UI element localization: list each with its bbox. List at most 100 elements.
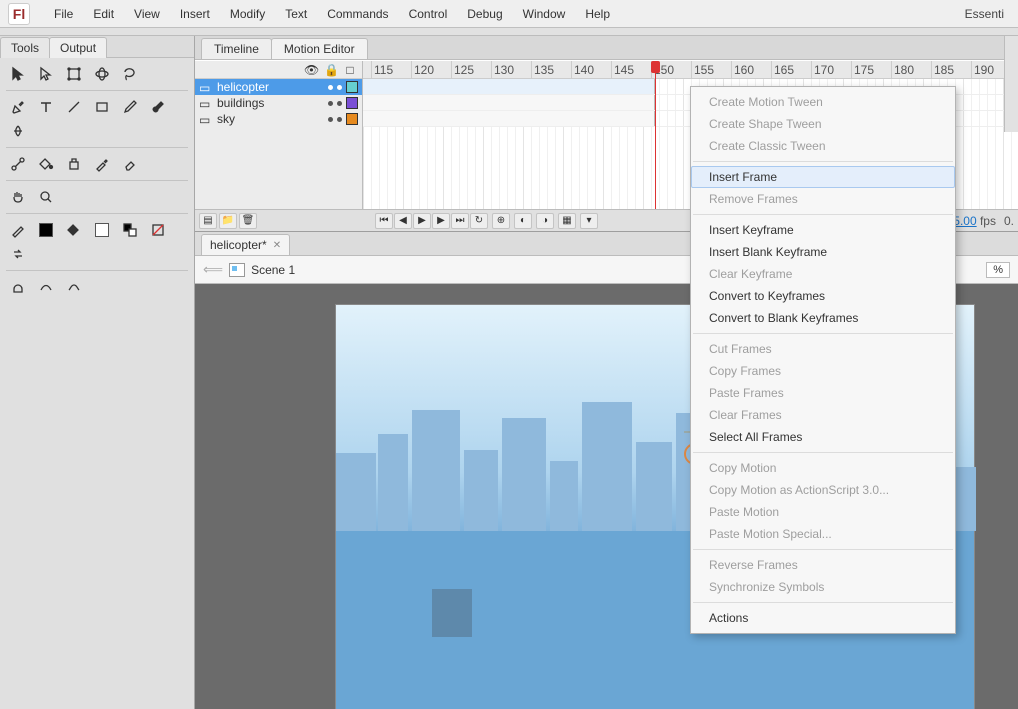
- edit-multiple-frames-icon[interactable]: ▦: [558, 213, 576, 229]
- black-white-swatch-icon[interactable]: [118, 220, 142, 240]
- layer-row-sky[interactable]: ▭ sky: [195, 111, 362, 127]
- text-tool-icon[interactable]: [34, 97, 58, 117]
- outline-icon[interactable]: □: [344, 63, 356, 77]
- ctx-convert-to-blank-keyframes[interactable]: Convert to Blank Keyframes: [691, 307, 955, 329]
- tab-motion-editor[interactable]: Motion Editor: [271, 38, 368, 59]
- ctx-insert-blank-keyframe[interactable]: Insert Blank Keyframe: [691, 241, 955, 263]
- delete-layer-button[interactable]: 🗑: [239, 213, 257, 229]
- center-frame-icon[interactable]: ⊕: [492, 213, 510, 229]
- line-tool-icon[interactable]: [62, 97, 86, 117]
- straighten-icon[interactable]: [62, 277, 86, 297]
- play-icon[interactable]: ▶: [413, 213, 431, 229]
- step-back-icon[interactable]: ◀: [394, 213, 412, 229]
- menu-modify[interactable]: Modify: [220, 0, 275, 28]
- menu-control[interactable]: Control: [399, 0, 458, 28]
- selection-tool-icon[interactable]: [6, 64, 30, 84]
- 3d-rotation-icon[interactable]: [90, 64, 114, 84]
- document-tab[interactable]: helicopter* ✕: [201, 234, 290, 255]
- lock-dot[interactable]: [337, 117, 342, 122]
- ruler-tick: 140: [571, 61, 594, 79]
- menu-help[interactable]: Help: [575, 0, 620, 28]
- tab-timeline[interactable]: Timeline: [201, 38, 272, 59]
- menu-debug[interactable]: Debug: [457, 0, 512, 28]
- menu-bar: Fl FileEditViewInsertModifyTextCommandsC…: [0, 0, 1018, 28]
- zoom-field[interactable]: %: [986, 262, 1010, 278]
- ruler-tick: 175: [851, 61, 874, 79]
- layer-color-swatch[interactable]: [346, 97, 358, 109]
- visibility-dot[interactable]: [328, 117, 333, 122]
- menu-commands[interactable]: Commands: [317, 0, 398, 28]
- swap-colors-icon[interactable]: [6, 244, 30, 264]
- menu-file[interactable]: File: [44, 0, 83, 28]
- onion-skin-outlines-icon[interactable]: ◑: [536, 213, 554, 229]
- ruler-tick: 190: [971, 61, 994, 79]
- go-to-last-frame-icon[interactable]: ⏭: [451, 213, 469, 229]
- menu-view[interactable]: View: [124, 0, 170, 28]
- bone-tool-icon[interactable]: [6, 154, 30, 174]
- scene-label[interactable]: Scene 1: [251, 263, 295, 277]
- visibility-dot[interactable]: [328, 85, 333, 90]
- loop-icon[interactable]: ↻: [470, 213, 488, 229]
- deco-tool-icon[interactable]: [6, 121, 30, 141]
- fill-color-icon[interactable]: [62, 220, 86, 240]
- visibility-dot[interactable]: [328, 101, 333, 106]
- ruler-tick: 160: [731, 61, 754, 79]
- menu-window[interactable]: Window: [513, 0, 576, 28]
- dark-block-graphic: [432, 589, 472, 637]
- rectangle-tool-icon[interactable]: [90, 97, 114, 117]
- layer-color-swatch[interactable]: [346, 113, 358, 125]
- go-to-first-frame-icon[interactable]: ⏮: [375, 213, 393, 229]
- layer-row-buildings[interactable]: ▭ buildings: [195, 95, 362, 111]
- layer-color-swatch[interactable]: [346, 81, 358, 93]
- smooth-icon[interactable]: [34, 277, 58, 297]
- frame-ruler[interactable]: 1151201251301351401451501551601651701751…: [363, 61, 1018, 79]
- ruler-tick: 185: [931, 61, 954, 79]
- zoom-tool-icon[interactable]: [34, 187, 58, 207]
- ctx-separator: [693, 549, 953, 550]
- onion-skin-icon[interactable]: ◐: [514, 213, 532, 229]
- snap-to-object-icon[interactable]: [6, 277, 30, 297]
- no-color-icon[interactable]: [146, 220, 170, 240]
- close-icon[interactable]: ✕: [273, 240, 281, 251]
- brush-tool-icon[interactable]: [146, 97, 170, 117]
- fill-swatch[interactable]: [90, 220, 114, 240]
- lasso-tool-icon[interactable]: [118, 64, 142, 84]
- lock-icon[interactable]: 🔒: [324, 63, 336, 77]
- pencil-tool-icon[interactable]: [118, 97, 142, 117]
- lock-dot[interactable]: [337, 85, 342, 90]
- ctx-insert-frame[interactable]: Insert Frame: [691, 166, 955, 188]
- modify-markers-icon[interactable]: ▾: [580, 213, 598, 229]
- paint-bucket-icon[interactable]: [34, 154, 58, 174]
- collapsed-panels[interactable]: [1004, 36, 1018, 132]
- tab-output[interactable]: Output: [49, 37, 107, 58]
- ink-bottle-icon[interactable]: [62, 154, 86, 174]
- workspace-switcher[interactable]: Essenti: [959, 7, 1010, 21]
- step-forward-icon[interactable]: ▶: [432, 213, 450, 229]
- ctx-convert-to-keyframes[interactable]: Convert to Keyframes: [691, 285, 955, 307]
- menu-edit[interactable]: Edit: [83, 0, 124, 28]
- subselection-tool-icon[interactable]: [34, 64, 58, 84]
- menu-text[interactable]: Text: [275, 0, 317, 28]
- new-layer-button[interactable]: ▤: [199, 213, 217, 229]
- menu-insert[interactable]: Insert: [170, 0, 220, 28]
- stroke-swatch[interactable]: [34, 220, 58, 240]
- back-icon[interactable]: ⟸: [203, 261, 223, 278]
- eyedropper-icon[interactable]: [90, 154, 114, 174]
- lock-dot[interactable]: [337, 101, 342, 106]
- ctx-cut-frames: Cut Frames: [691, 338, 955, 360]
- layer-row-helicopter[interactable]: ▭ helicopter: [195, 79, 362, 95]
- stroke-color-icon[interactable]: [6, 220, 30, 240]
- hand-tool-icon[interactable]: [6, 187, 30, 207]
- playhead[interactable]: [655, 61, 656, 209]
- ctx-select-all-frames[interactable]: Select All Frames: [691, 426, 955, 448]
- pen-tool-icon[interactable]: [6, 97, 30, 117]
- ctx-insert-keyframe[interactable]: Insert Keyframe: [691, 219, 955, 241]
- new-folder-button[interactable]: 📁: [219, 213, 237, 229]
- ruler-tick: 145: [611, 61, 634, 79]
- free-transform-icon[interactable]: [62, 64, 86, 84]
- eye-icon[interactable]: 👁: [304, 63, 316, 77]
- tab-tools[interactable]: Tools: [0, 37, 50, 58]
- app-logo[interactable]: Fl: [8, 3, 30, 25]
- ctx-actions[interactable]: Actions: [691, 607, 955, 629]
- eraser-tool-icon[interactable]: [118, 154, 142, 174]
